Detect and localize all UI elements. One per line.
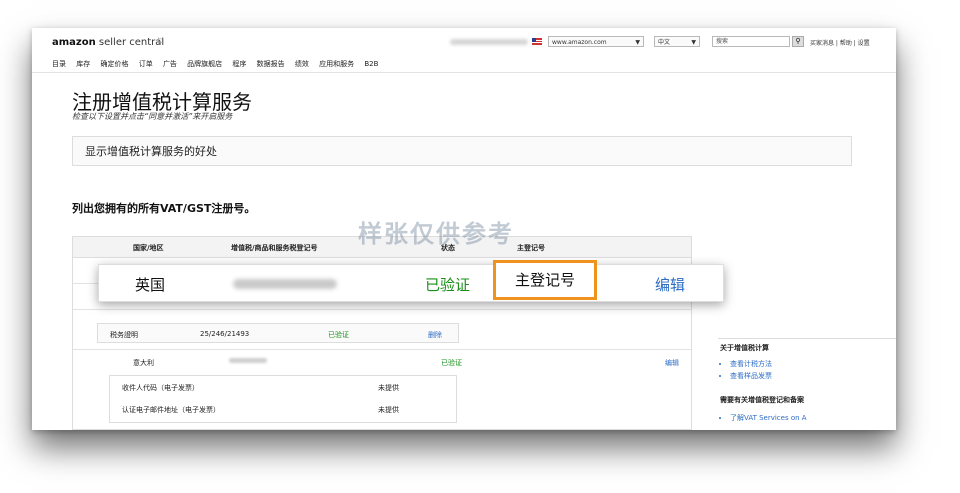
nav-item[interactable]: 目录 (52, 60, 66, 68)
tax-certificate-row: 税务證明 25/246/21493 已验证 删除 (97, 323, 459, 343)
help-heading: 关于增值税计算 (720, 344, 769, 352)
benefits-expander[interactable]: 显示增值税计算服务的好处 (72, 136, 852, 166)
nav-item[interactable]: 品牌旗舰店 (187, 60, 222, 68)
vat-number-blurred (229, 358, 267, 363)
page-subtitle: 检查以下设置并点击“同意并激活”来开启服务 (72, 112, 233, 121)
search-icon[interactable]: ⚲ (792, 36, 804, 47)
col-primary: 主登记号 (517, 244, 545, 252)
language-select[interactable]: 中文 ▼ (654, 36, 700, 47)
top-links[interactable]: 买家消息 | 帮助 | 设置 (810, 38, 870, 47)
nav-item[interactable]: 绩效 (295, 60, 309, 68)
country-name: 英国 (135, 276, 166, 294)
help-link[interactable]: 查看样品发票 (730, 371, 772, 381)
help-links: 查看计税方法 查看样品发票 (720, 357, 772, 383)
nav-item[interactable]: B2B (364, 60, 378, 68)
nav-item[interactable]: 程序 (232, 60, 246, 68)
nav-item[interactable]: 确定价格 (100, 60, 128, 68)
status-badge: 已验证 (328, 331, 349, 339)
tax-number: 25/246/21493 (200, 330, 250, 338)
chevron-down-icon: ▼ (691, 39, 696, 46)
chevron-down-icon: ▼ (635, 39, 640, 46)
nav-item[interactable]: 应用和服务 (319, 60, 354, 68)
help-links: 了解VAT Services on A (720, 411, 807, 425)
help-link[interactable]: 了解VAT Services on A (730, 413, 807, 423)
right-help-panel: 关于增值税计算 查看计税方法 查看样品发票 需要有关增值税登记和备案 了解VAT… (718, 338, 896, 430)
account-email-blurred (450, 39, 528, 45)
primary-registration-highlight: 主登记号 (493, 260, 597, 300)
status-badge: 已验证 (441, 359, 462, 367)
info-row: 收件人代码（电子发票） 未提供 (110, 376, 456, 398)
nav-item[interactable]: 数据报告 (257, 60, 285, 68)
vat-number-blurred (233, 279, 337, 289)
screenshot-frame: amazon seller central ⚐ 目录 库存 确定价格 订单 广告… (32, 28, 896, 430)
col-vat-number: 增值税/商品和服务税登记号 (231, 244, 318, 252)
info-label: 收件人代码（电子发票） (122, 384, 199, 392)
edit-link[interactable]: 编辑 (655, 274, 685, 295)
nav-item[interactable]: 库存 (76, 60, 90, 68)
status-badge: 已验证 (425, 276, 471, 294)
flag-icon[interactable]: ⚐ (156, 37, 165, 48)
marketplace-select[interactable]: www.amazon.com ▼ (548, 36, 644, 47)
country-name: 意大利 (133, 359, 154, 367)
info-label: 认证电子邮件地址（电子发票） (122, 406, 220, 414)
info-value: 未提供 (378, 406, 399, 414)
uk-row-callout: 英国 已验证 主登记号 编辑 (98, 260, 724, 302)
top-bar: amazon seller central ⚐ 目录 库存 确定价格 订单 广告… (32, 28, 896, 73)
watermark: 样张仅供参考 (358, 220, 514, 248)
amazon-logo[interactable]: amazon seller central (52, 37, 164, 48)
e-invoice-info-box: 收件人代码（电子发票） 未提供 认证电子邮件地址（电子发票） 未提供 (109, 375, 457, 423)
table-row: 意大利 已验证 编辑 (73, 349, 691, 374)
help-link[interactable]: 查看计税方法 (730, 359, 772, 369)
section-heading: 列出您拥有的所有VAT/GST注册号。 (72, 202, 256, 215)
help-heading: 需要有关增值税登记和备案 (720, 396, 804, 404)
tax-label: 税务證明 (110, 331, 138, 339)
col-country: 国家/地区 (133, 244, 164, 252)
info-value: 未提供 (378, 384, 399, 392)
us-flag-icon (532, 38, 542, 45)
info-row: 认证电子邮件地址（电子发票） 未提供 (110, 398, 456, 420)
nav-item[interactable]: 广告 (163, 60, 177, 68)
main-nav: 目录 库存 确定价格 订单 广告 品牌旗舰店 程序 数据报告 绩效 应用和服务 … (52, 59, 386, 69)
nav-item[interactable]: 订单 (139, 60, 153, 68)
delete-link[interactable]: 删除 (428, 330, 442, 340)
search-input[interactable]: 搜索 (712, 36, 790, 47)
edit-link[interactable]: 编辑 (665, 358, 679, 368)
